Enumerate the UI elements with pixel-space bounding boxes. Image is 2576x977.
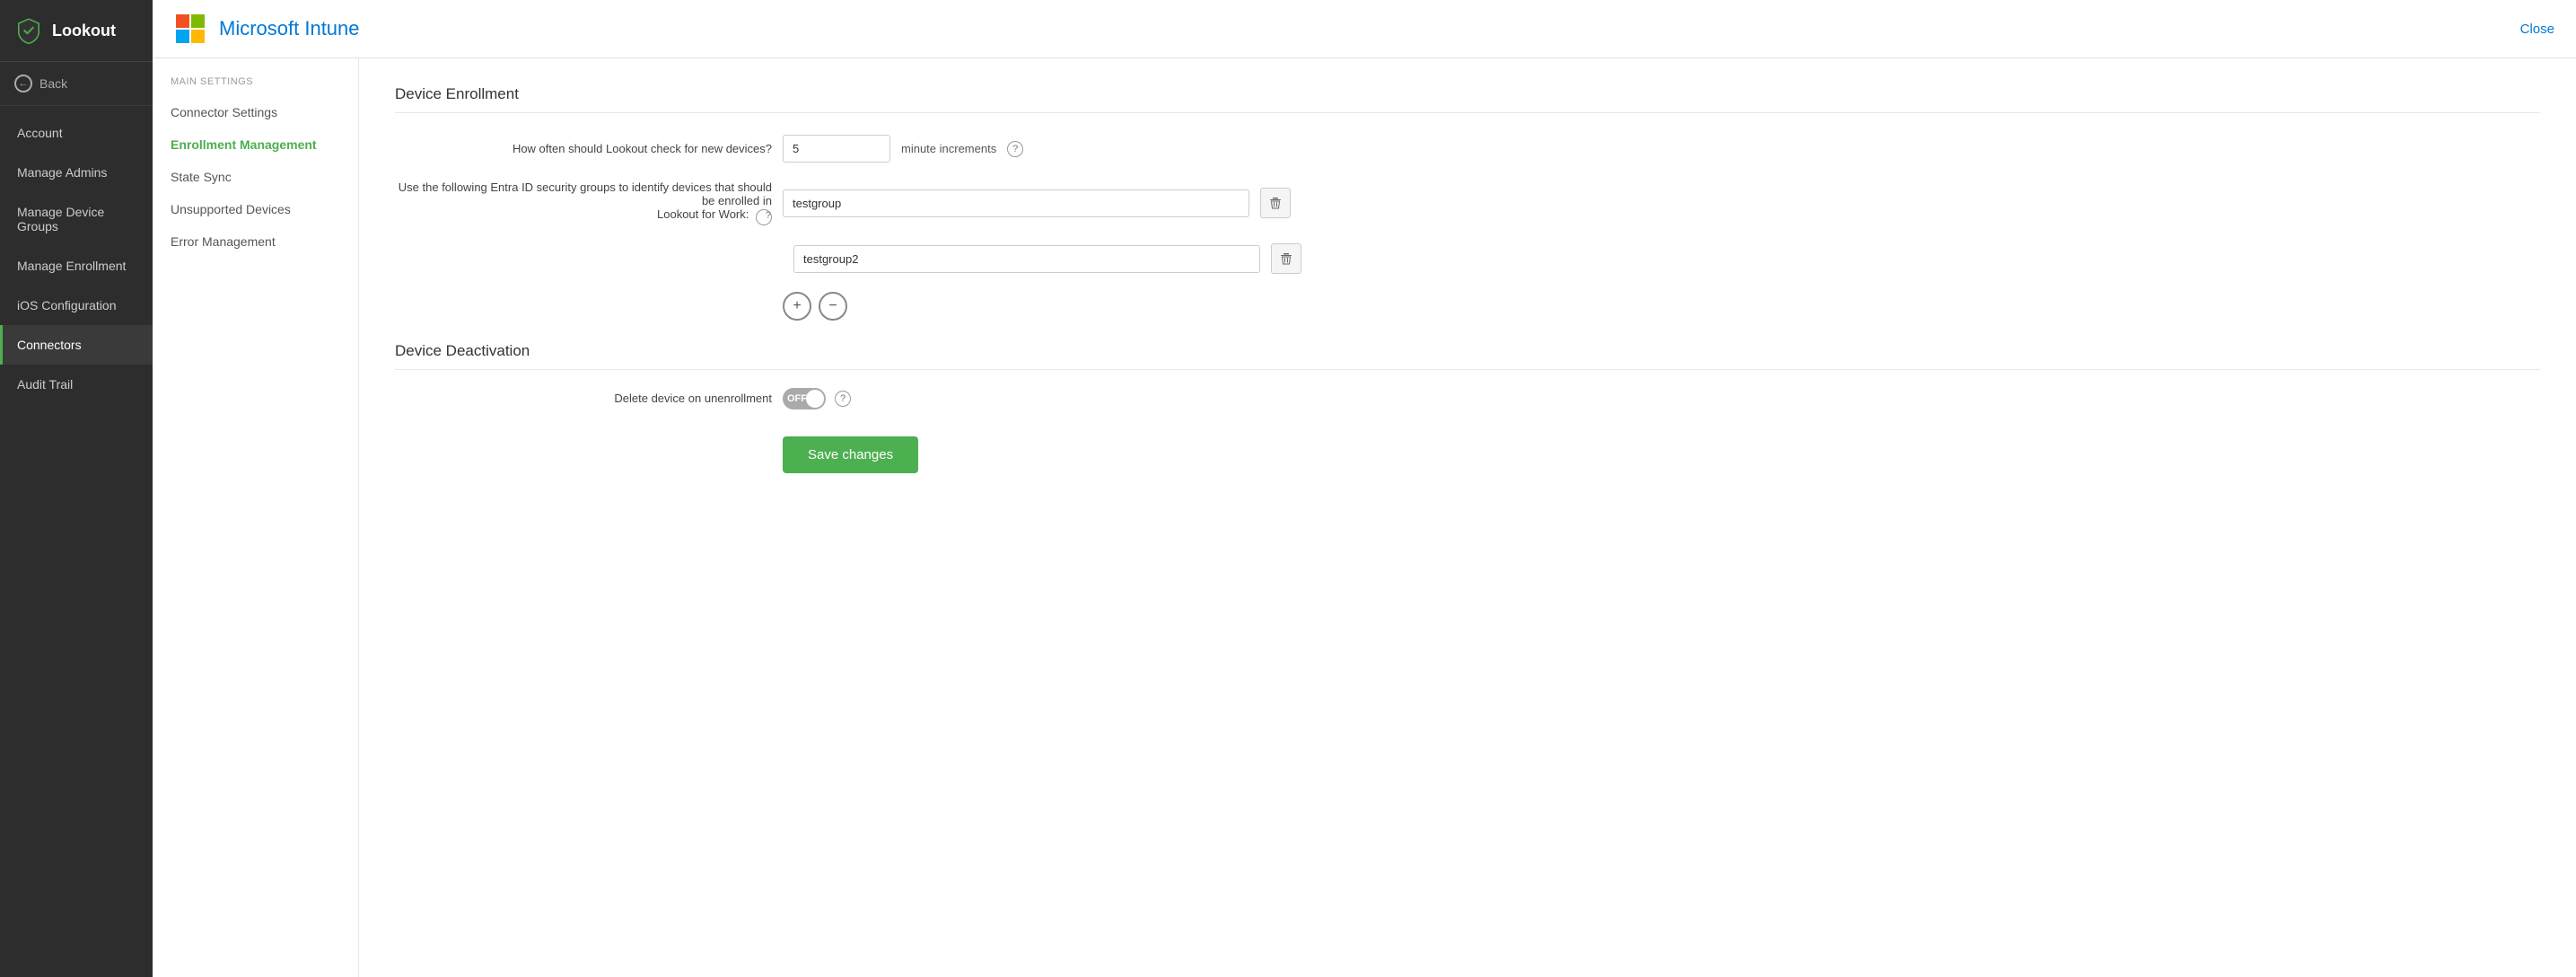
- sidebar-nav: Account Manage Admins Manage Device Grou…: [0, 106, 153, 404]
- trash-icon: [1269, 197, 1282, 209]
- group-input-1[interactable]: [783, 189, 1249, 217]
- minute-label: minute increments: [901, 142, 996, 155]
- back-arrow-icon: ←: [14, 75, 32, 92]
- sidebar-item-ios-configuration[interactable]: iOS Configuration: [0, 286, 153, 325]
- sidebar-logo: Lookout: [0, 0, 153, 62]
- toggle-container: OFF ?: [783, 388, 851, 409]
- back-label: Back: [39, 76, 67, 91]
- groups-label: Use the following Entra ID security grou…: [395, 180, 772, 225]
- microsoft-windows-icon: [174, 13, 206, 45]
- group-row-1: Use the following Entra ID security grou…: [395, 180, 2540, 225]
- close-button[interactable]: Close: [2520, 22, 2554, 37]
- sidebar-item-manage-device-groups[interactable]: Manage Device Groups: [0, 192, 153, 246]
- sidebar-item-manage-admins[interactable]: Manage Admins: [0, 153, 153, 192]
- left-nav-enrollment-management[interactable]: Enrollment Management: [153, 128, 358, 161]
- sidebar: Lookout ← Back Account Manage Admins Man…: [0, 0, 153, 977]
- groups-help-icon[interactable]: ?: [756, 209, 772, 225]
- delete-device-label: Delete device on unenrollment: [614, 392, 772, 405]
- group-row-2: [395, 243, 2540, 274]
- right-panel: Device Enrollment How often should Looko…: [359, 58, 2576, 977]
- left-nav-section-label: MAIN SETTINGS: [153, 76, 358, 96]
- remove-group-button[interactable]: −: [819, 292, 847, 321]
- toggle-state-label: OFF: [787, 393, 807, 404]
- add-remove-row: + −: [783, 292, 2540, 321]
- frequency-label: How often should Lookout check for new d…: [395, 142, 772, 155]
- header-left: Microsoft Intune: [174, 13, 360, 45]
- left-nav-error-management[interactable]: Error Management: [153, 225, 358, 258]
- device-deactivation-title: Device Deactivation: [395, 342, 2540, 370]
- lookout-shield-icon: [14, 16, 43, 45]
- content-area: MAIN SETTINGS Connector Settings Enrollm…: [153, 58, 2576, 977]
- back-button[interactable]: ← Back: [0, 62, 153, 106]
- frequency-input[interactable]: [783, 135, 890, 163]
- left-nav-connector-settings[interactable]: Connector Settings: [153, 96, 358, 128]
- main-wrapper: Microsoft Intune Close MAIN SETTINGS Con…: [153, 0, 2576, 977]
- frequency-help-icon[interactable]: ?: [1007, 141, 1023, 157]
- delete-group-1-button[interactable]: [1260, 188, 1291, 218]
- sidebar-item-account[interactable]: Account: [0, 113, 153, 153]
- toggle-knob: [806, 390, 824, 408]
- left-nav-unsupported-devices[interactable]: Unsupported Devices: [153, 193, 358, 225]
- sidebar-item-connectors[interactable]: Connectors: [0, 325, 153, 365]
- frequency-row: How often should Lookout check for new d…: [395, 135, 2540, 163]
- left-nav: MAIN SETTINGS Connector Settings Enrollm…: [153, 58, 359, 977]
- deactivation-row: Delete device on unenrollment OFF ?: [395, 388, 2540, 409]
- trash-icon-2: [1280, 252, 1292, 265]
- add-group-button[interactable]: +: [783, 292, 811, 321]
- sidebar-item-manage-enrollment[interactable]: Manage Enrollment: [0, 246, 153, 286]
- top-header: Microsoft Intune Close: [153, 0, 2576, 58]
- group-input-2[interactable]: [793, 245, 1260, 273]
- deactivation-help-icon[interactable]: ?: [835, 391, 851, 407]
- sidebar-logo-text: Lookout: [52, 22, 116, 40]
- device-enrollment-title: Device Enrollment: [395, 85, 2540, 113]
- sidebar-item-audit-trail[interactable]: Audit Trail: [0, 365, 153, 404]
- save-changes-button[interactable]: Save changes: [783, 436, 918, 473]
- left-nav-state-sync[interactable]: State Sync: [153, 161, 358, 193]
- delete-device-toggle[interactable]: OFF: [783, 388, 826, 409]
- delete-group-2-button[interactable]: [1271, 243, 1301, 274]
- header-title: Microsoft Intune: [219, 17, 360, 40]
